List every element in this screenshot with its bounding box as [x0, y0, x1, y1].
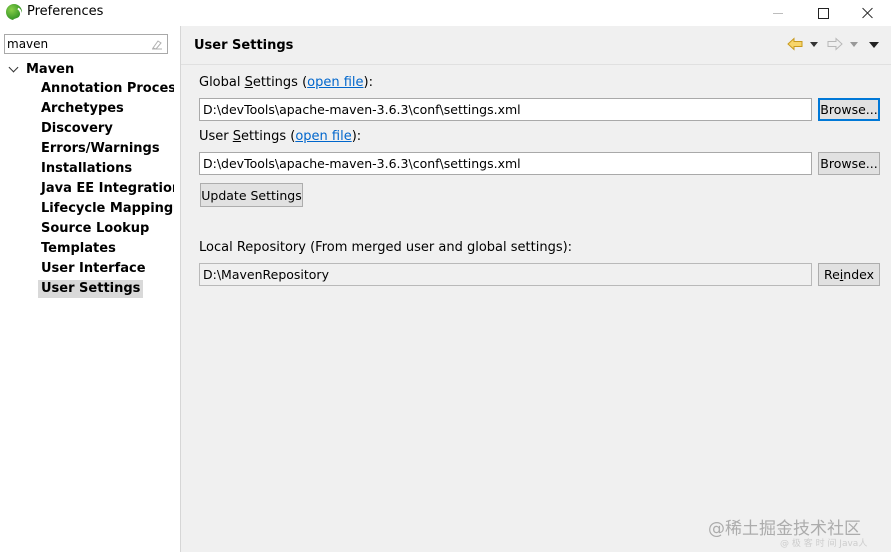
- minimize-button[interactable]: [755, 0, 801, 26]
- tree-item-installations[interactable]: Installations: [38, 160, 135, 178]
- window-title: Preferences: [27, 4, 104, 19]
- tree-item-templates[interactable]: Templates: [38, 240, 119, 258]
- tree-node-label: Maven: [26, 61, 75, 77]
- user-open-file-link[interactable]: open file: [295, 129, 351, 144]
- eclipse-app-icon: [6, 4, 22, 20]
- minimize-icon: [773, 12, 783, 14]
- back-arrow-icon[interactable]: [787, 37, 803, 51]
- tree-item-user-settings[interactable]: User Settings: [38, 280, 144, 298]
- global-settings-path-field[interactable]: D:\devTools\apache-maven-3.6.3\conf\sett…: [199, 98, 812, 121]
- forward-arrow-icon[interactable]: [827, 37, 843, 51]
- clear-filter-icon[interactable]: [151, 38, 163, 50]
- user-settings-path-field[interactable]: D:\devTools\apache-maven-3.6.3\conf\sett…: [199, 152, 812, 175]
- tree-node-maven[interactable]: Maven: [8, 60, 75, 78]
- watermark-sub: @ 极 客 时 间 Java人: [780, 539, 868, 549]
- settings-page: User Settings Global Settings (open file…: [181, 26, 891, 552]
- view-menu-icon[interactable]: [869, 42, 879, 48]
- filter-box: [4, 34, 168, 54]
- global-open-file-link[interactable]: open file: [307, 75, 363, 90]
- close-icon: [862, 7, 874, 19]
- tree-item-archetypes[interactable]: Archetypes: [38, 100, 127, 118]
- tree-item-user-interface[interactable]: User Interface: [38, 260, 149, 278]
- user-browse-button[interactable]: Browse...: [818, 152, 880, 175]
- forward-dropdown-icon[interactable]: [850, 42, 858, 47]
- page-title: User Settings: [194, 38, 294, 53]
- maximize-icon: [817, 7, 829, 19]
- maximize-button[interactable]: [800, 0, 846, 26]
- chevron-down-icon[interactable]: [8, 62, 19, 72]
- tree-item-errors-warnings[interactable]: Errors/Warnings: [38, 140, 163, 158]
- user-settings-label: User Settings (open file):: [199, 129, 362, 144]
- page-header: User Settings: [181, 26, 891, 65]
- update-settings-button[interactable]: Update Settings: [200, 183, 303, 207]
- local-repository-path-field: D:\MavenRepository: [199, 263, 812, 286]
- tree-item-annotation-processing[interactable]: Annotation Processing: [38, 80, 174, 98]
- local-repository-label: Local Repository (From merged user and g…: [199, 240, 573, 255]
- global-browse-button[interactable]: Browse...: [818, 98, 880, 121]
- close-button[interactable]: [845, 0, 891, 26]
- preferences-nav-panel: Maven Annotation Processing Archetypes D…: [0, 26, 181, 552]
- filter-input[interactable]: [7, 36, 147, 52]
- tree-item-discovery[interactable]: Discovery: [38, 120, 116, 138]
- tree-item-lifecycle-mappings[interactable]: Lifecycle Mappings: [38, 200, 174, 218]
- tree-item-java-ee-integration[interactable]: Java EE Integration: [38, 180, 174, 198]
- back-dropdown-icon[interactable]: [810, 42, 818, 47]
- reindex-button[interactable]: Re i ndex: [818, 263, 880, 286]
- global-settings-label: Global Settings (open file):: [199, 75, 373, 90]
- title-bar: Preferences: [0, 0, 891, 26]
- tree-item-source-lookup[interactable]: Source Lookup: [38, 220, 152, 238]
